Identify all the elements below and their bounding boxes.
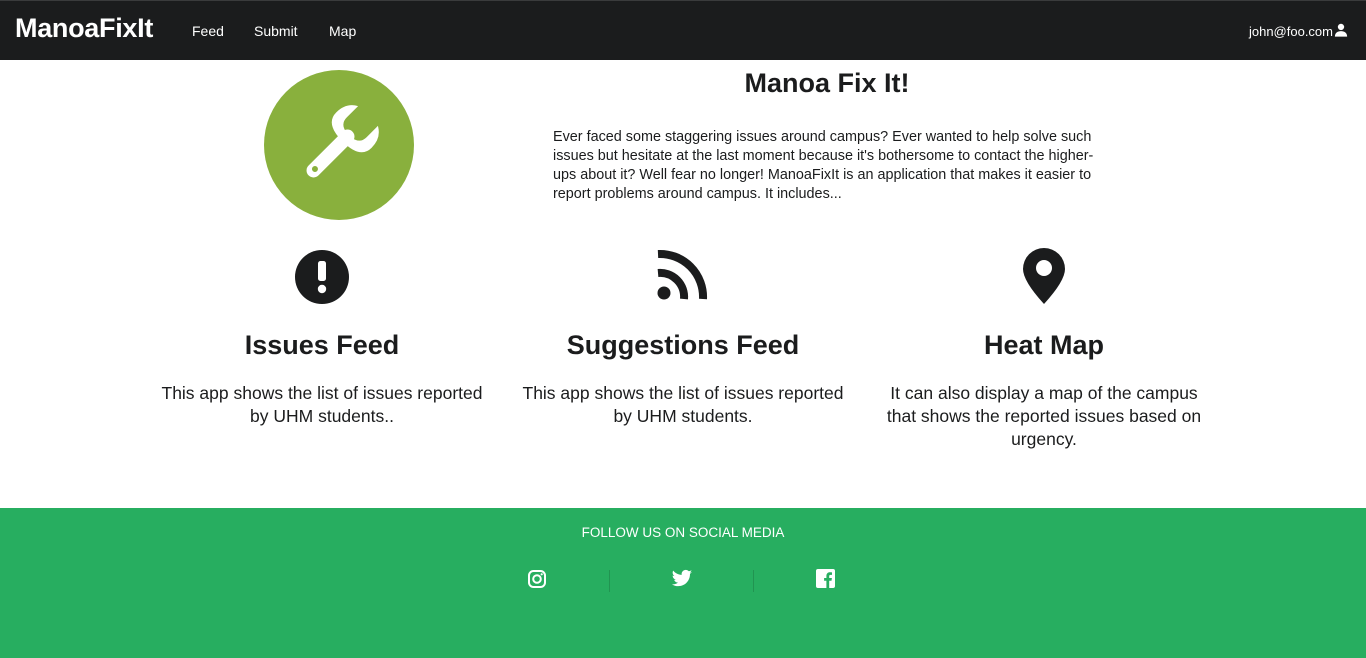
nav-link-submit[interactable]: Submit [254,23,298,39]
footer: FOLLOW US ON SOCIAL MEDIA [0,508,1366,658]
feature-description: This app shows the list of issues report… [522,383,844,426]
footer-title: FOLLOW US ON SOCIAL MEDIA [581,525,785,540]
feature-description: This app shows the list of issues report… [161,383,483,426]
user-icon [1333,23,1348,40]
rss-icon [513,246,853,306]
instagram-link[interactable] [465,569,609,594]
nav-link-feed[interactable]: Feed [192,23,224,39]
feature-title: Issues Feed [244,330,400,360]
hero-logo [264,70,414,220]
feature-heat-map: Heat Map It can also display a map of th… [874,246,1214,451]
user-menu[interactable]: john@foo.com [1249,23,1348,40]
top-navbar: ManoaFixIt Feed Submit Map john@foo.com [0,0,1366,60]
hero-description: Ever faced some staggering issues around… [553,129,1094,202]
twitter-icon [671,569,693,594]
feature-issues-feed: Issues Feed This app shows the list of i… [152,246,492,428]
twitter-link[interactable] [609,569,753,594]
feature-suggestions-feed: Suggestions Feed This app shows the list… [513,246,853,428]
instagram-icon [527,569,547,594]
feature-description: It can also display a map of the campus … [886,383,1202,449]
feature-title: Heat Map [983,330,1105,360]
user-email: john@foo.com [1248,24,1333,39]
feature-title: Suggestions Feed [566,330,800,360]
facebook-icon [816,569,835,593]
brand-logo-link[interactable]: ManoaFixIt [15,13,153,44]
nav-link-map[interactable]: Map [329,23,356,39]
exclamation-circle-icon [152,246,492,306]
facebook-link[interactable] [753,569,897,593]
hero-title: Manoa Fix It! [744,68,910,98]
map-marker-icon [874,246,1214,306]
